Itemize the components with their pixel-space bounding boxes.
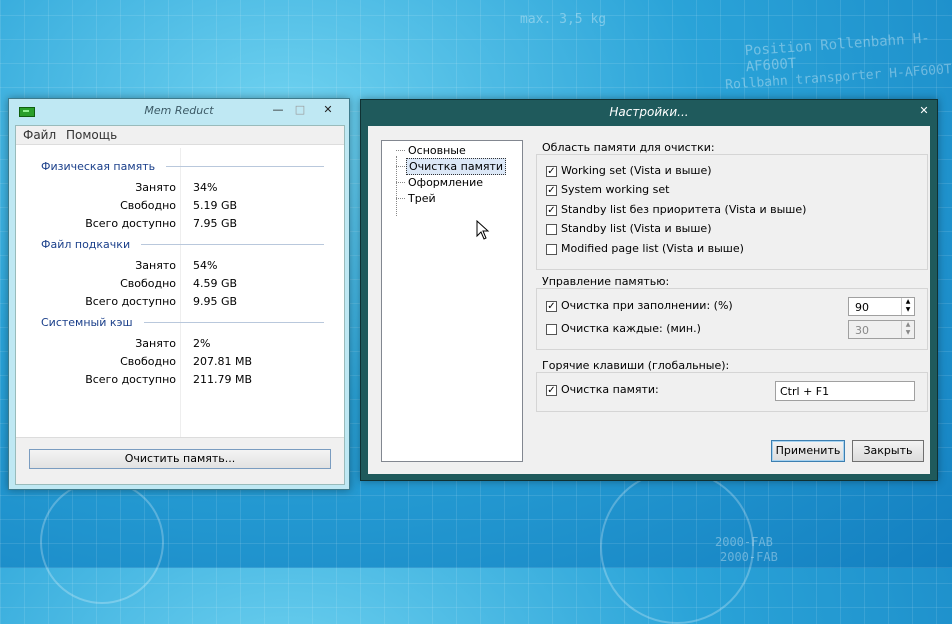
menu-file[interactable]: Файл <box>23 128 56 142</box>
tree-line <box>396 156 397 216</box>
fill-percent-value: 90 <box>855 301 869 314</box>
checkbox-standby-list[interactable] <box>546 224 557 235</box>
group-separator <box>141 244 324 245</box>
title-bar[interactable]: Mem Reduct — □ ✕ <box>9 99 349 125</box>
settings-client: Основные Очистка памяти Оформление Трей … <box>368 126 930 474</box>
row-value: 5.19 GB <box>193 199 238 212</box>
row-label: Свободно <box>120 355 176 368</box>
menu-help[interactable]: Помощь <box>66 128 117 142</box>
clean-on-fill-label: Очистка при заполнении: (%) <box>561 299 733 312</box>
row-label: Всего доступно <box>85 373 176 386</box>
standby-no-priority-label: Standby list без приоритета (Vista и выш… <box>561 203 807 216</box>
row-value: 34% <box>193 181 218 194</box>
minimize-icon[interactable]: — <box>267 103 289 117</box>
blueprint-text-3: max. 3,5 kg <box>520 12 607 27</box>
tree-line <box>396 198 405 199</box>
close-icon[interactable]: ✕ <box>913 104 935 118</box>
row-value: 9.95 GB <box>193 295 238 308</box>
tree-line <box>396 166 405 167</box>
row-label: Занято <box>135 181 176 194</box>
blueprint-text-4: 2000-FAB <box>715 535 773 549</box>
tree-item-memory-clean[interactable]: Очистка памяти <box>406 158 507 175</box>
area-group-title: Область памяти для очистки: <box>542 141 715 154</box>
checkbox-system-working-set[interactable]: ✓ <box>546 185 557 196</box>
spinner-arrows-icon[interactable]: ▲ ▼ <box>901 321 914 338</box>
fill-percent-spinner[interactable]: 90 ▲ ▼ <box>848 297 915 316</box>
blueprint-text-1: Position Rollenbahn H-AF600T <box>744 30 931 76</box>
checkbox-clean-every[interactable] <box>546 324 557 335</box>
apply-button[interactable]: Применить <box>771 440 845 462</box>
working-set-label: Working set (Vista и выше) <box>561 164 712 177</box>
modified-page-list-label: Modified page list (Vista и выше) <box>561 242 744 255</box>
group-title-physical: Физическая память <box>41 160 156 173</box>
blueprint-circle <box>40 480 164 604</box>
group-separator <box>144 322 324 323</box>
standby-list-label: Standby list (Vista и выше) <box>561 222 712 235</box>
mem-reduct-client: Файл Помощь Физическая память Занято 34%… <box>15 125 345 485</box>
checkbox-working-set[interactable]: ✓ <box>546 166 557 177</box>
column-divider <box>180 148 181 448</box>
row-value: 7.95 GB <box>193 217 238 230</box>
button-area: Очистить память... <box>16 437 344 484</box>
group-separator <box>166 166 324 167</box>
tree-line <box>396 150 405 151</box>
row-label: Свободно <box>120 277 176 290</box>
blueprint-text-5: 2000-FAB <box>720 550 778 564</box>
checkbox-clean-on-fill[interactable]: ✓ <box>546 301 557 312</box>
clean-memory-button[interactable]: Очистить память... <box>29 449 331 469</box>
row-label: Занято <box>135 259 176 272</box>
clean-every-label: Очистка каждые: (мин.) <box>561 322 701 335</box>
tree-line <box>396 182 405 183</box>
mem-reduct-window: Mem Reduct — □ ✕ Файл Помощь Физическая … <box>8 98 350 490</box>
tree-item-general[interactable]: Основные <box>406 143 468 158</box>
hotkey-input[interactable]: Ctrl + F1 <box>775 381 915 401</box>
system-working-set-label: System working set <box>561 183 670 196</box>
group-title-syscache: Системный кэш <box>41 316 133 329</box>
title-bar[interactable]: Настройки... ✕ <box>361 100 937 126</box>
tree-item-appearance[interactable]: Оформление <box>406 175 485 190</box>
blueprint-circle <box>600 470 754 624</box>
row-value: 54% <box>193 259 218 272</box>
hotkey-clean-label: Очистка памяти: <box>561 383 659 396</box>
blueprint-text-2: Rollbahn transporter H-AF600T <box>724 62 952 93</box>
settings-tree: Основные Очистка памяти Оформление Трей <box>381 140 523 462</box>
maximize-icon[interactable]: □ <box>289 103 311 117</box>
row-label: Свободно <box>120 199 176 212</box>
close-icon[interactable]: ✕ <box>317 103 339 117</box>
spinner-arrows-icon[interactable]: ▲ ▼ <box>901 298 914 315</box>
row-value: 207.81 MB <box>193 355 253 368</box>
checkbox-standby-no-priority[interactable]: ✓ <box>546 205 557 216</box>
row-value: 4.59 GB <box>193 277 238 290</box>
close-button[interactable]: Закрыть <box>852 440 924 462</box>
row-value: 211.79 MB <box>193 373 253 386</box>
tree-item-tray[interactable]: Трей <box>406 191 438 206</box>
window-title: Настройки... <box>609 105 689 119</box>
clean-every-value: 30 <box>855 324 869 337</box>
settings-window: Настройки... ✕ Основные Очистка памяти О… <box>360 99 938 481</box>
hotkey-value: Ctrl + F1 <box>780 385 830 398</box>
checkbox-hotkey-clean[interactable]: ✓ <box>546 385 557 396</box>
row-value: 2% <box>193 337 211 350</box>
group-title-pagefile: Файл подкачки <box>41 238 131 251</box>
row-label: Занято <box>135 337 176 350</box>
row-label: Всего доступно <box>85 295 176 308</box>
row-label: Всего доступно <box>85 217 176 230</box>
mouse-cursor-icon <box>476 220 490 240</box>
menu-bar: Файл Помощь <box>16 126 344 145</box>
checkbox-modified-page-list[interactable] <box>546 244 557 255</box>
clean-every-spinner[interactable]: 30 ▲ ▼ <box>848 320 915 339</box>
manage-group-title: Управление памятью: <box>542 275 670 288</box>
hotkeys-group-title: Горячие клавиши (глобальные): <box>542 359 730 372</box>
